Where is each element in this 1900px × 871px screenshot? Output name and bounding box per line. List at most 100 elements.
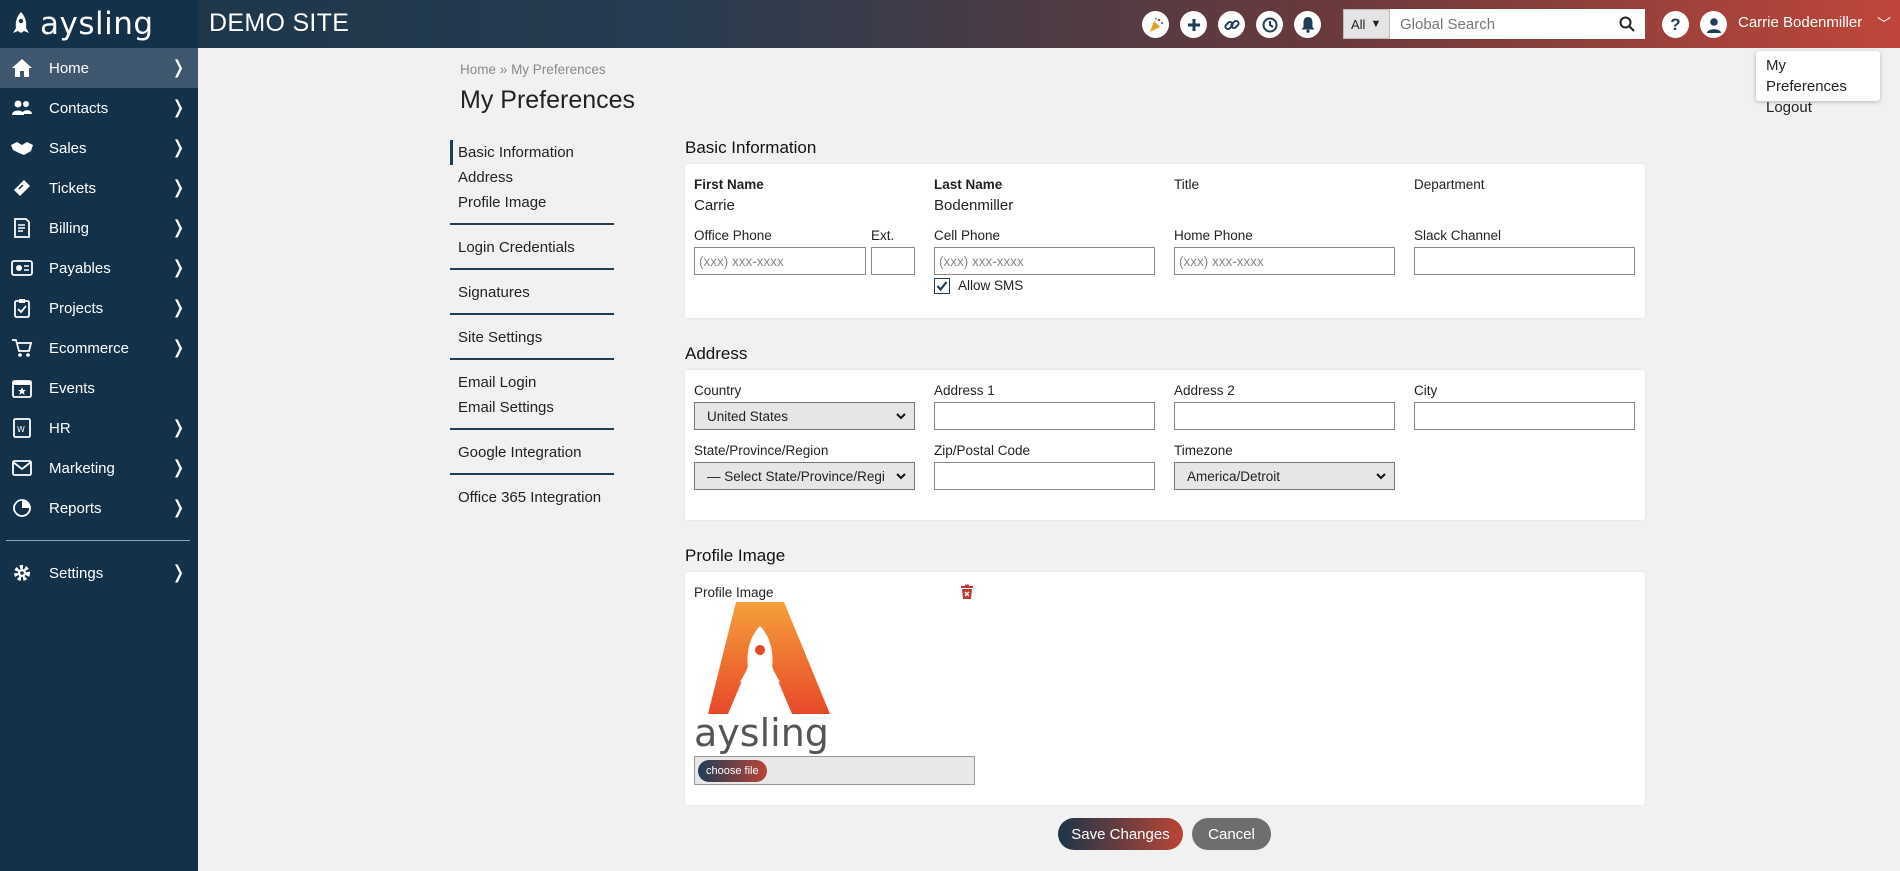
sidebar-item-contacts[interactable]: Contacts ❭ xyxy=(0,88,198,128)
party-icon[interactable] xyxy=(1142,11,1169,38)
history-icon[interactable] xyxy=(1256,11,1283,38)
sidebar-item-hr[interactable]: W HR ❭ xyxy=(0,408,198,448)
last-name-value: Bodenmiller xyxy=(934,197,1014,214)
country-select[interactable]: United States xyxy=(694,402,915,430)
address1-input[interactable] xyxy=(934,402,1155,430)
slack-channel-input[interactable] xyxy=(1414,247,1635,275)
sidebar-item-home[interactable]: Home ❭ xyxy=(0,48,198,88)
search-scope-select[interactable]: All ▼ xyxy=(1343,9,1390,39)
chevron-down-icon: ▼ xyxy=(1370,18,1382,30)
address2-input[interactable] xyxy=(1174,402,1395,430)
sidebar-item-payables[interactable]: Payables ❭ xyxy=(0,248,198,288)
save-changes-button[interactable]: Save Changes xyxy=(1058,818,1183,850)
office-phone-label: Office Phone xyxy=(694,228,772,243)
chevron-right-icon: ❭ xyxy=(170,177,186,197)
chevron-right-icon: ❭ xyxy=(170,457,186,477)
chevron-right-icon: ❭ xyxy=(170,417,186,437)
subnav-email-login[interactable]: Email Login xyxy=(450,370,614,395)
ext-input[interactable] xyxy=(871,247,915,275)
breadcrumb-home-link[interactable]: Home xyxy=(460,62,496,77)
subnav-site-settings[interactable]: Site Settings xyxy=(450,325,614,350)
chevron-down-icon xyxy=(1376,473,1386,480)
chevron-right-icon: ❭ xyxy=(170,337,186,357)
sidebar-item-ecommerce[interactable]: Ecommerce ❭ xyxy=(0,328,198,368)
state-label: State/Province/Region xyxy=(694,443,829,458)
office-phone-placeholder: (xxx) xxx-xxxx xyxy=(699,253,784,269)
subnav-group: Email Login Email Settings xyxy=(450,368,614,430)
file-upload-field[interactable]: choose file xyxy=(694,756,975,785)
sidebar-item-label: Reports xyxy=(49,499,102,517)
sidebar-item-label: Sales xyxy=(49,139,87,157)
help-glyph: ? xyxy=(1670,14,1681,34)
search-icon[interactable] xyxy=(1619,16,1635,32)
sidebar-item-marketing[interactable]: Marketing ❭ xyxy=(0,448,198,488)
user-name[interactable]: Carrie Bodenmiller xyxy=(1738,14,1862,31)
breadcrumb-current: My Preferences xyxy=(511,62,606,77)
sidebar-item-sales[interactable]: Sales ❭ xyxy=(0,128,198,168)
basic-information-card: First Name Carrie Last Name Bodenmiller … xyxy=(685,164,1645,318)
chevron-down-icon xyxy=(894,469,908,483)
section-title-profile-image: Profile Image xyxy=(685,546,786,565)
bell-icon[interactable] xyxy=(1294,11,1321,38)
city-input[interactable] xyxy=(1414,402,1635,430)
state-select[interactable]: — Select State/Province/Regi xyxy=(694,462,915,490)
department-label: Department xyxy=(1414,177,1485,192)
billing-icon xyxy=(10,216,34,240)
address-card: Country United States Address 1 Address … xyxy=(685,370,1645,520)
subnav-google-integration[interactable]: Google Integration xyxy=(450,440,614,465)
home-icon xyxy=(10,56,34,80)
subnav-office-365-integration[interactable]: Office 365 Integration xyxy=(450,485,614,510)
link-icon[interactable] xyxy=(1218,11,1245,38)
ext-label: Ext. xyxy=(871,228,895,243)
address2-label: Address 2 xyxy=(1174,383,1235,398)
section-title-address: Address xyxy=(685,344,748,363)
chevron-right-icon: ❭ xyxy=(170,217,186,237)
office-phone-input[interactable]: (xxx) xxx-xxxx xyxy=(694,247,866,275)
choose-file-button[interactable]: choose file xyxy=(698,760,767,782)
section-title-basic-information: Basic Information xyxy=(685,138,817,157)
subnav-email-settings[interactable]: Email Settings xyxy=(450,395,614,420)
cell-phone-placeholder: (xxx) xxx-xxxx xyxy=(939,253,1024,269)
sidebar-item-events[interactable]: Events xyxy=(0,368,198,408)
home-phone-input[interactable]: (xxx) xxx-xxxx xyxy=(1174,247,1395,275)
subnav-profile-image[interactable]: Profile Image xyxy=(450,190,614,215)
subnav-login-credentials[interactable]: Login Credentials xyxy=(450,235,614,260)
hr-icon: W xyxy=(10,416,34,440)
slack-channel-label: Slack Channel xyxy=(1414,228,1502,243)
sidebar-item-label: Events xyxy=(49,379,95,397)
help-icon[interactable]: ? xyxy=(1662,11,1689,38)
chevron-right-icon: ❭ xyxy=(170,57,186,77)
sidebar-item-label: Billing xyxy=(49,219,90,237)
subnav-signatures[interactable]: Signatures xyxy=(450,280,614,305)
last-name-label: Last Name xyxy=(934,177,1003,192)
city-label: City xyxy=(1414,383,1438,398)
reports-icon xyxy=(10,496,34,520)
calendar-icon xyxy=(10,376,34,400)
aysling-logo-image: aysling xyxy=(694,602,830,755)
subnav-group: Signatures xyxy=(450,278,614,315)
user-avatar-icon[interactable] xyxy=(1700,11,1727,38)
plus-icon[interactable] xyxy=(1180,11,1207,38)
app-logo[interactable]: aysling xyxy=(0,0,198,48)
sidebar-item-reports[interactable]: Reports ❭ xyxy=(0,488,198,528)
menu-item-logout[interactable]: Logout xyxy=(1766,97,1870,118)
trash-icon[interactable] xyxy=(960,584,974,600)
subnav-basic-information[interactable]: Basic Information xyxy=(450,140,614,165)
cancel-button[interactable]: Cancel xyxy=(1192,818,1271,850)
ticket-icon xyxy=(10,176,34,200)
chevron-down-icon[interactable]: ﹀ xyxy=(1877,14,1891,34)
allow-sms-label[interactable]: Allow SMS xyxy=(958,278,1023,293)
menu-item-my-preferences[interactable]: My Preferences xyxy=(1766,55,1870,97)
sidebar-item-tickets[interactable]: Tickets ❭ xyxy=(0,168,198,208)
cell-phone-input[interactable]: (xxx) xxx-xxxx xyxy=(934,247,1155,275)
sidebar-item-settings[interactable]: Settings ❭ xyxy=(0,553,198,593)
zip-input[interactable] xyxy=(934,462,1155,490)
allow-sms-checkbox[interactable] xyxy=(934,278,950,294)
clipboard-icon xyxy=(10,296,34,320)
sidebar-item-label: Home xyxy=(49,59,90,77)
search-input[interactable]: Global Search xyxy=(1390,9,1645,39)
timezone-select[interactable]: America/Detroit xyxy=(1174,462,1395,490)
subnav-address[interactable]: Address xyxy=(450,165,614,190)
sidebar-item-projects[interactable]: Projects ❭ xyxy=(0,288,198,328)
sidebar-item-billing[interactable]: Billing ❭ xyxy=(0,208,198,248)
